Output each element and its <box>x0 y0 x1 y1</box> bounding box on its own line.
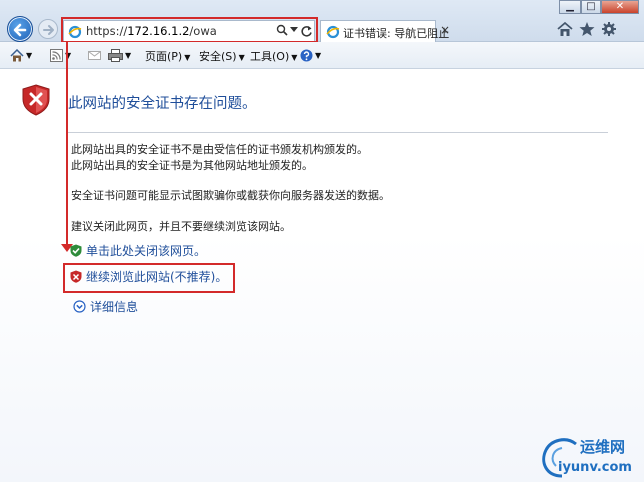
star-icon[interactable] <box>578 21 596 37</box>
command-safety-menu[interactable]: 安全(S) ▼ <box>199 48 245 64</box>
tab-certificate-error[interactable]: 证书错误: 导航已阻止 <box>320 20 449 43</box>
command-mail-button[interactable] <box>88 48 101 61</box>
rss-feed-icon <box>50 48 63 62</box>
chevron-down-icon: ▼ <box>26 51 33 60</box>
maximize-button[interactable]: □ <box>581 0 601 14</box>
more-information-row[interactable]: 详细信息 <box>73 298 138 315</box>
chevron-down-icon: ▼ <box>238 53 245 62</box>
minimize-button[interactable]: ▁ <box>559 0 581 14</box>
watermark-domain: iyunv.com <box>558 460 632 475</box>
command-home-button[interactable]: ▼ <box>10 48 32 62</box>
home-icon <box>10 48 24 61</box>
help-icon <box>300 49 313 61</box>
watermark: 运维网 iyunv.com <box>538 432 642 480</box>
mail-icon <box>88 50 101 60</box>
browser-chrome: https://172.16.1.2/owa 证书错误: 导航已阻止 × ▁ □… <box>0 0 644 43</box>
command-page-menu[interactable]: 页面(P) ▼ <box>145 48 190 64</box>
safety-menu-label: 安全(S) <box>199 50 237 63</box>
back-button[interactable] <box>7 16 33 42</box>
command-bar: ▼ ▼ ▼ 页面(P) ▼ 安全(S) ▼ 工具(O) ▼ ▼ <box>0 42 644 69</box>
ie-logo-icon <box>326 25 340 39</box>
watermark-title: 运维网 <box>580 438 626 456</box>
divider <box>68 132 608 133</box>
tools-menu-label: 工具(O) <box>250 50 290 63</box>
chevron-down-icon: ▼ <box>291 53 298 62</box>
arrow-right-icon <box>43 25 54 35</box>
shield-error-icon <box>70 270 82 283</box>
home-icon[interactable] <box>556 21 574 37</box>
page-menu-label: 页面(P) <box>145 50 183 63</box>
close-page-link[interactable]: 单击此处关闭该网页。 <box>86 244 206 258</box>
warning-text-risk: 安全证书问题可能显示试图欺骗你或截获你向服务器发送的数据。 <box>71 189 390 202</box>
close-page-link-row[interactable]: 单击此处关闭该网页。 <box>70 242 206 259</box>
annotation-arrow <box>66 42 68 246</box>
tab-title: 证书错误: 导航已阻止 <box>343 27 450 40</box>
more-information-link[interactable]: 详细信息 <box>90 300 138 314</box>
forward-button[interactable] <box>38 19 58 39</box>
arrow-left-icon <box>13 23 27 37</box>
command-tools-menu[interactable]: 工具(O) ▼ <box>250 48 297 64</box>
page-title: 此网站的安全证书存在问题。 <box>68 96 257 112</box>
close-window-button[interactable]: ✕ <box>601 0 639 14</box>
recommendation-text: 建议关闭此网页，并且不要继续浏览该网站。 <box>71 220 291 233</box>
continue-to-website-link[interactable]: 继续浏览此网站(不推荐)。 <box>86 270 227 284</box>
shield-error-icon <box>22 84 50 116</box>
chevron-down-icon: ▼ <box>315 51 322 60</box>
warning-text-untrusted: 此网站出具的安全证书不是由受信任的证书颁发机构颁发的。 <box>71 143 368 156</box>
command-print-button[interactable]: ▼ <box>108 48 131 62</box>
expand-chevron-icon <box>73 300 86 313</box>
address-highlight-box <box>61 17 318 43</box>
chevron-down-icon: ▼ <box>125 51 132 60</box>
tab-close-button[interactable]: × <box>440 23 450 37</box>
gear-icon[interactable] <box>600 21 618 37</box>
continue-link-row[interactable]: 继续浏览此网站(不推荐)。 <box>70 268 227 285</box>
chevron-down-icon: ▼ <box>184 53 191 62</box>
printer-icon <box>108 48 123 62</box>
certificate-error-page: 此网站的安全证书存在问题。 此网站出具的安全证书不是由受信任的证书颁发机构颁发的… <box>0 42 644 482</box>
warning-text-mismatch: 此网站出具的安全证书是为其他网站地址颁发的。 <box>71 159 313 172</box>
shield-check-icon <box>70 244 82 257</box>
command-help-menu[interactable]: ▼ <box>300 48 321 62</box>
